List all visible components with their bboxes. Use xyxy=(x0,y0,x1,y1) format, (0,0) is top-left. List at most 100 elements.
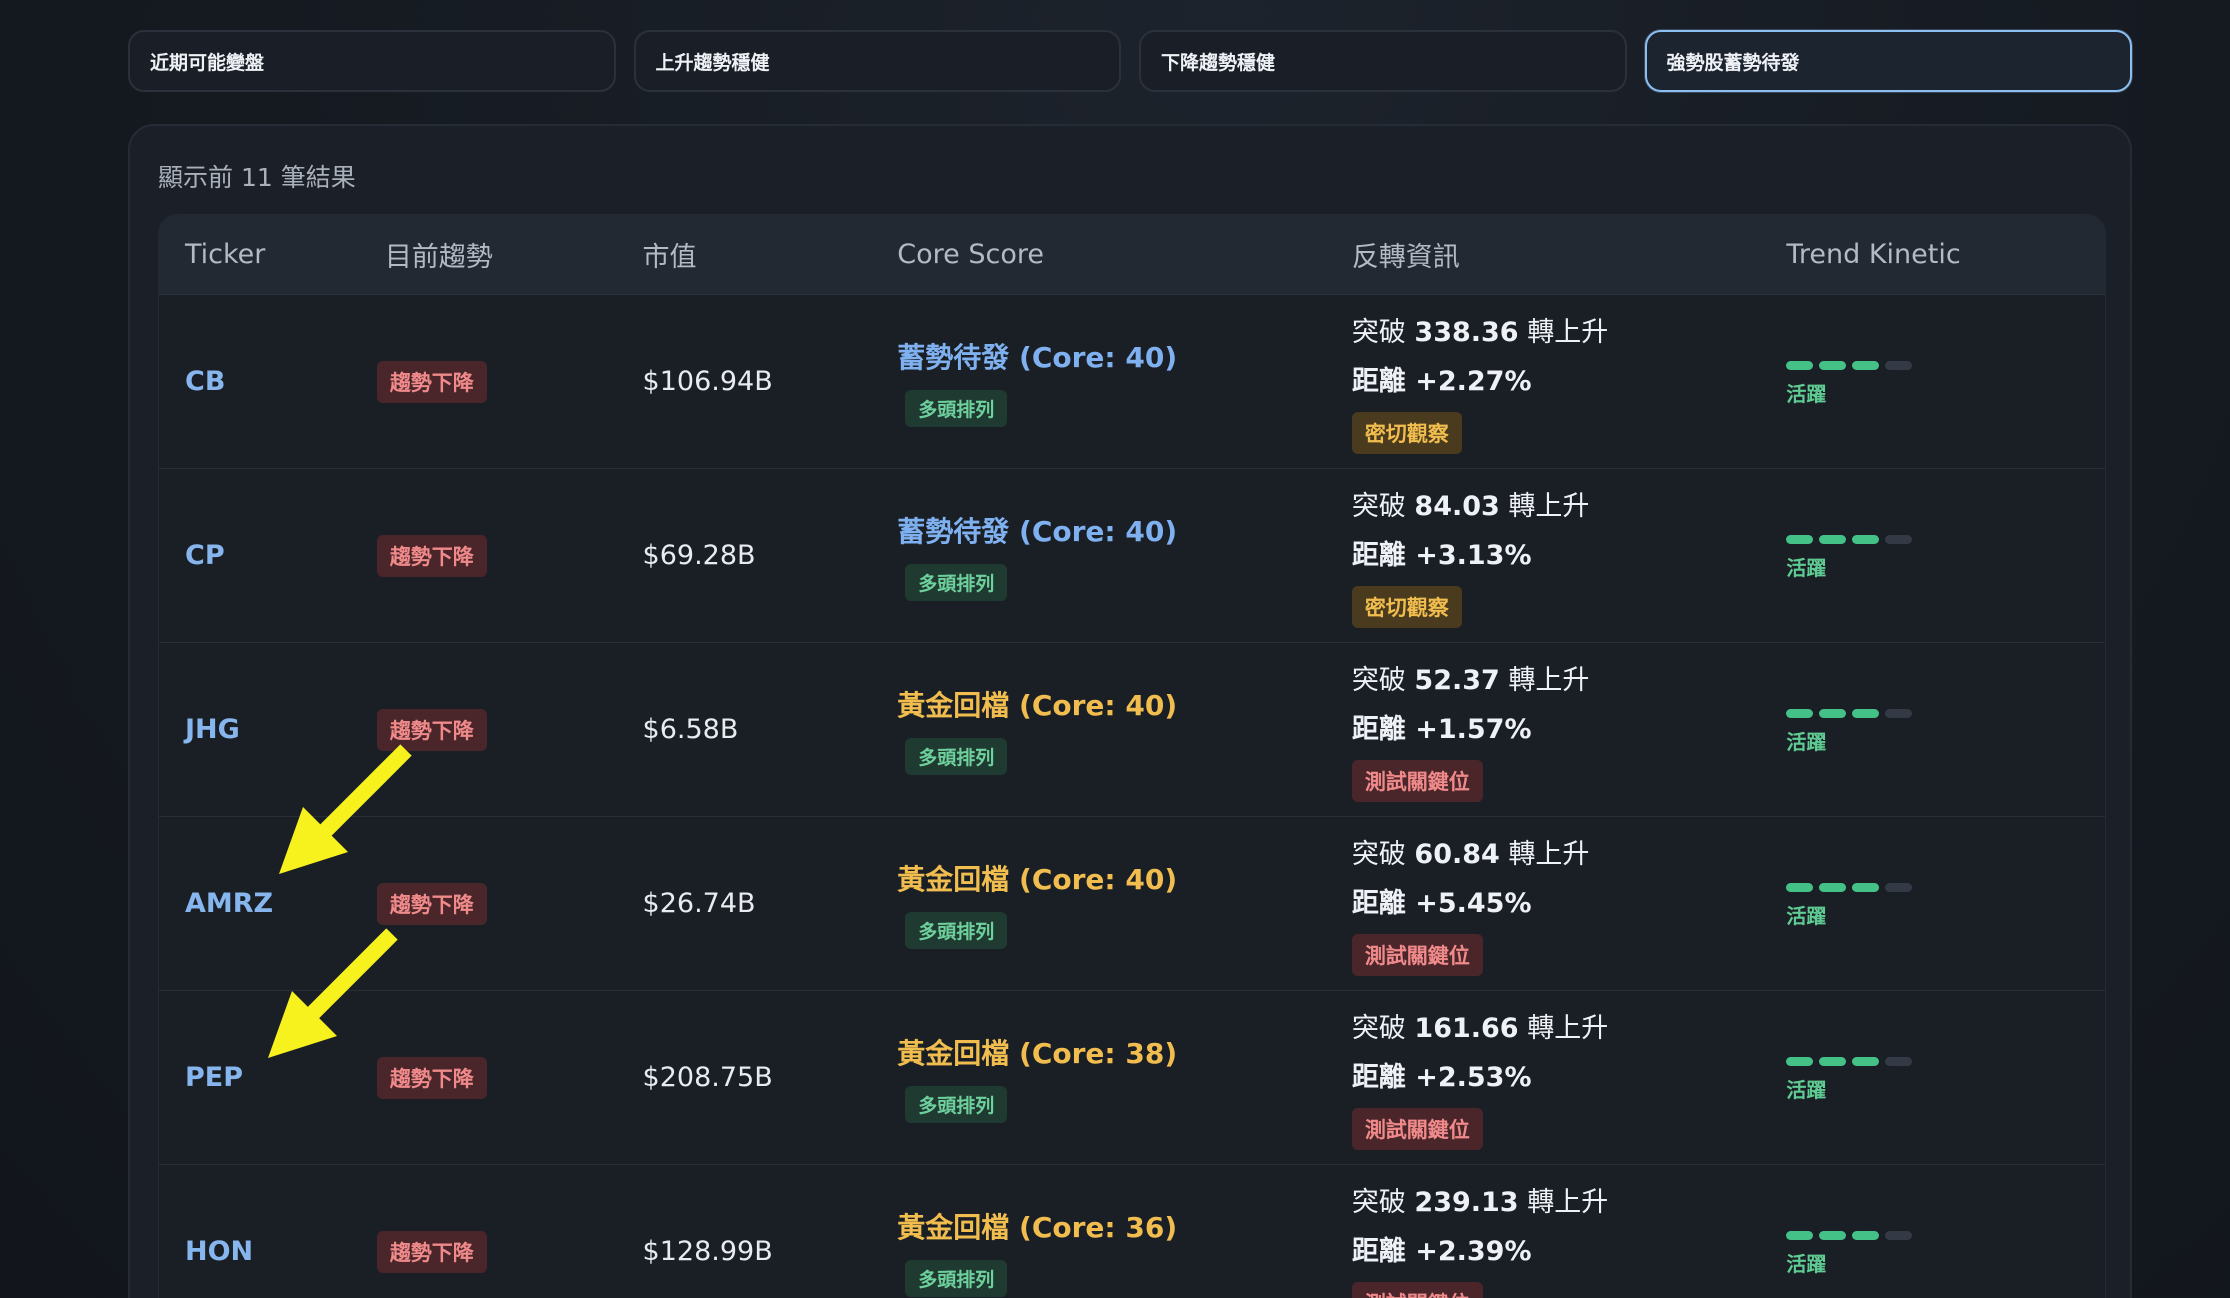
table-header: Ticker 目前趨勢 市值 Core Score 反轉資訊 Trend Kin… xyxy=(159,215,2105,295)
alignment-badge: 多頭排列 xyxy=(905,390,1008,427)
breakout-value: 52.37 xyxy=(1414,664,1500,696)
market-cap: $106.94B xyxy=(642,366,773,397)
watch-status-badge: 密切觀察 xyxy=(1351,585,1462,628)
breakout-prefix: 突破 xyxy=(1351,1012,1415,1044)
breakout-value: 60.84 xyxy=(1414,838,1500,870)
kinetic-segment xyxy=(1819,1056,1847,1066)
kinetic-label: 活躍 xyxy=(1786,555,1827,580)
kinetic-meter xyxy=(1786,882,2105,892)
results-table: Ticker 目前趨勢 市值 Core Score 反轉資訊 Trend Kin… xyxy=(158,214,2106,1298)
kinetic-segment xyxy=(1786,882,1814,892)
trend-badge: 趨勢下降 xyxy=(376,882,487,925)
breakout-info: 突破 84.03 轉上升 xyxy=(1352,484,1761,523)
core-score: 黃金回檔 (Core: 36) xyxy=(897,1211,1178,1244)
trend-badge: 趨勢下降 xyxy=(376,1230,487,1273)
kinetic-segment xyxy=(1852,1056,1880,1066)
kinetic-segment xyxy=(1852,708,1880,718)
breakout-value: 161.66 xyxy=(1414,1012,1519,1044)
kinetic-label: 活躍 xyxy=(1786,1077,1827,1102)
table-row[interactable]: PEP 趨勢下降 $208.75B 黃金回檔 (Core: 38) 多頭排列 突破 161… xyxy=(159,991,2105,1165)
ticker-link[interactable]: JHG xyxy=(185,714,240,745)
ticker-link[interactable]: HON xyxy=(185,1236,253,1267)
table-row[interactable]: AMRZ 趨勢下降 $26.74B 黃金回檔 (Core: 40) 多頭排列 突破 60.… xyxy=(159,817,2105,991)
core-score: 黃金回檔 (Core: 40) xyxy=(897,689,1178,722)
kinetic-segment xyxy=(1885,360,1913,370)
alignment-badge: 多頭排列 xyxy=(905,912,1008,949)
trend-badge: 趨勢下降 xyxy=(376,708,487,751)
market-cap: $128.99B xyxy=(642,1236,773,1267)
alignment-badge: 多頭排列 xyxy=(905,1260,1008,1297)
kinetic-label: 活躍 xyxy=(1786,729,1827,754)
filter-bar: 近期可能變盤 上升趨勢穩健 下降趨勢穩健 強勢股蓄勢待發 xyxy=(128,30,2132,92)
kinetic-segment xyxy=(1819,1230,1847,1240)
breakout-suffix: 轉上升 xyxy=(1499,838,1590,870)
kinetic-meter xyxy=(1786,708,2105,718)
distance-info: 距離 +5.45% xyxy=(1351,887,1532,919)
column-header-trend-kinetic[interactable]: Trend Kinetic xyxy=(1760,239,2105,270)
table-row[interactable]: HON 趨勢下降 $128.99B 黃金回檔 (Core: 36) 多頭排列 突破 239… xyxy=(159,1165,2105,1298)
kinetic-segment xyxy=(1786,1230,1814,1240)
kinetic-label: 活躍 xyxy=(1786,903,1827,928)
ticker-link[interactable]: CB xyxy=(185,366,225,397)
core-score: 蓄勢待發 (Core: 40) xyxy=(897,515,1178,548)
breakout-info: 突破 338.36 轉上升 xyxy=(1352,310,1761,349)
breakout-prefix: 突破 xyxy=(1351,1186,1415,1218)
breakout-prefix: 突破 xyxy=(1351,664,1415,696)
core-score: 黃金回檔 (Core: 38) xyxy=(897,1037,1178,1070)
core-score: 蓄勢待發 (Core: 40) xyxy=(897,341,1178,374)
kinetic-segment xyxy=(1819,708,1847,718)
watch-status-badge: 測試關鍵位 xyxy=(1351,1107,1483,1150)
kinetic-meter xyxy=(1786,1230,2105,1240)
kinetic-segment xyxy=(1819,534,1847,544)
kinetic-segment xyxy=(1885,1230,1913,1240)
filter-button[interactable]: 近期可能變盤 xyxy=(128,30,616,92)
table-row[interactable]: JHG 趨勢下降 $6.58B 黃金回檔 (Core: 40) 多頭排列 突破 52.37… xyxy=(159,643,2105,817)
kinetic-segment xyxy=(1885,708,1913,718)
breakout-prefix: 突破 xyxy=(1351,316,1415,348)
filter-button[interactable]: 下降趨勢穩健 xyxy=(1139,30,1627,92)
kinetic-segment xyxy=(1885,882,1913,892)
kinetic-segment xyxy=(1786,1056,1814,1066)
table-row[interactable]: CP 趨勢下降 $69.28B 蓄勢待發 (Core: 40) 多頭排列 突破 84.03… xyxy=(159,469,2105,643)
distance-info: 距離 +3.13% xyxy=(1351,539,1532,571)
market-cap: $69.28B xyxy=(642,540,756,571)
breakout-info: 突破 60.84 轉上升 xyxy=(1352,832,1761,871)
column-header-ticker[interactable]: Ticker xyxy=(159,239,359,270)
table-row[interactable]: CB 趨勢下降 $106.94B 蓄勢待發 (Core: 40) 多頭排列 突破 338.… xyxy=(159,295,2105,469)
breakout-info: 突破 161.66 轉上升 xyxy=(1352,1006,1761,1045)
kinetic-label: 活躍 xyxy=(1786,381,1827,406)
distance-info: 距離 +2.27% xyxy=(1351,365,1532,397)
kinetic-meter xyxy=(1786,1056,2105,1066)
kinetic-segment xyxy=(1819,360,1847,370)
breakout-value: 338.36 xyxy=(1414,316,1519,348)
core-score: 黃金回檔 (Core: 40) xyxy=(897,863,1178,896)
filter-button-active[interactable]: 強勢股蓄勢待發 xyxy=(1644,30,2132,92)
kinetic-segment xyxy=(1852,1230,1880,1240)
distance-info: 距離 +2.39% xyxy=(1351,1235,1532,1267)
trend-badge: 趨勢下降 xyxy=(376,360,487,403)
column-header-core-score[interactable]: Core Score xyxy=(871,239,1326,270)
filter-button[interactable]: 上升趨勢穩健 xyxy=(633,30,1121,92)
breakout-prefix: 突破 xyxy=(1351,838,1415,870)
kinetic-segment xyxy=(1852,882,1880,892)
kinetic-segment xyxy=(1786,534,1814,544)
trend-badge: 趨勢下降 xyxy=(376,1056,487,1099)
breakout-suffix: 轉上升 xyxy=(1499,664,1590,696)
market-cap: $6.58B xyxy=(642,714,739,745)
ticker-link[interactable]: PEP xyxy=(185,1062,243,1093)
column-header-market-cap[interactable]: 市值 xyxy=(617,235,872,274)
column-header-trend[interactable]: 目前趨勢 xyxy=(359,235,617,274)
column-header-reversal-info[interactable]: 反轉資訊 xyxy=(1326,235,1761,274)
market-cap: $208.75B xyxy=(642,1062,773,1093)
ticker-link[interactable]: CP xyxy=(185,540,225,571)
kinetic-segment xyxy=(1852,360,1880,370)
kinetic-meter xyxy=(1786,360,2105,370)
table-body: CB 趨勢下降 $106.94B 蓄勢待發 (Core: 40) 多頭排列 突破 338.… xyxy=(159,295,2105,1298)
kinetic-segment xyxy=(1786,360,1814,370)
results-panel: 顯示前 11 筆結果 Ticker 目前趨勢 市值 Core Score 反轉資… xyxy=(128,124,2132,1298)
distance-info: 距離 +2.53% xyxy=(1351,1061,1532,1093)
ticker-link[interactable]: AMRZ xyxy=(185,888,273,919)
alignment-badge: 多頭排列 xyxy=(905,738,1008,775)
kinetic-meter xyxy=(1786,534,2105,544)
kinetic-label: 活躍 xyxy=(1786,1251,1827,1276)
